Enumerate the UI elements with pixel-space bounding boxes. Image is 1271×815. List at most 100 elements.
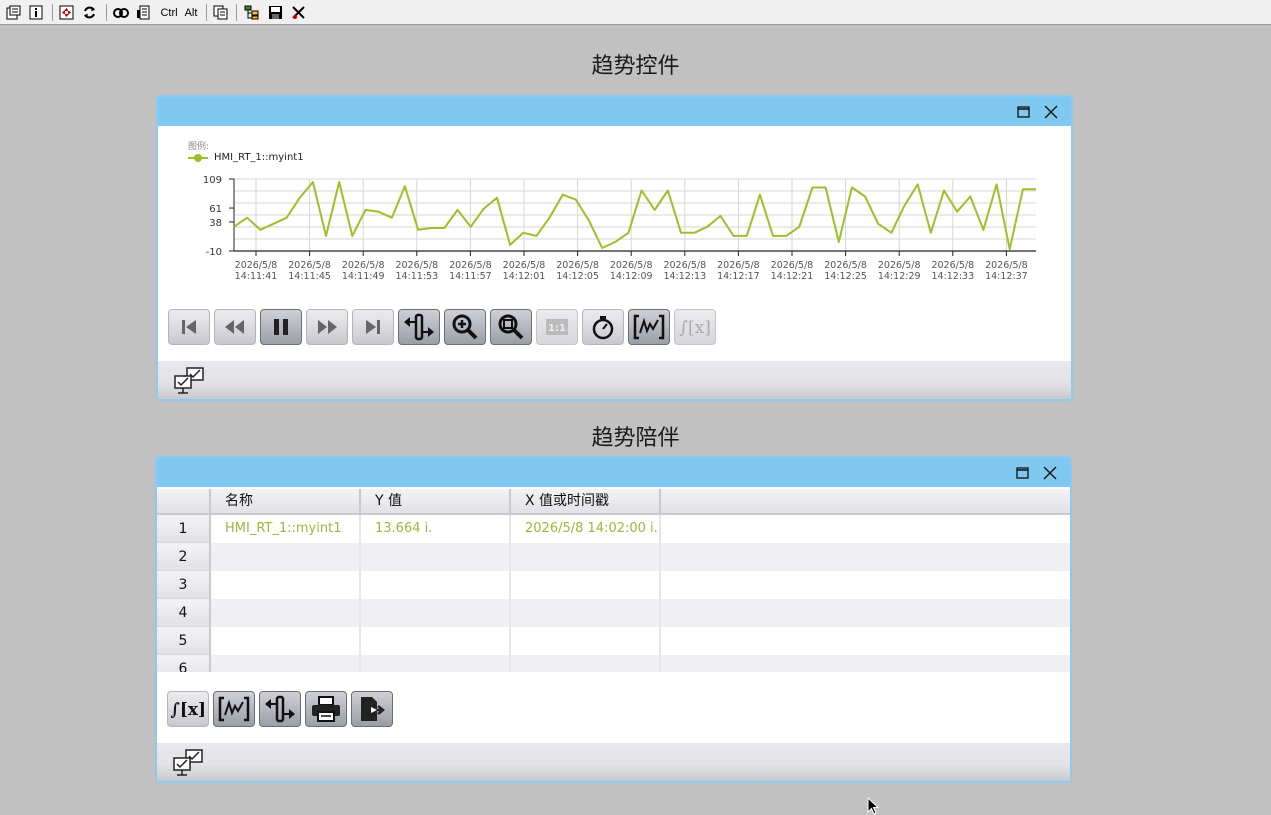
fast-forward-icon [318, 320, 337, 334]
statistics-button[interactable]: ∫[x] [674, 309, 716, 345]
companion-window-titlebar [157, 458, 1070, 487]
x-tick-label: 2026/5/8 [610, 260, 653, 271]
cell-name [211, 599, 361, 627]
trend-statusbar [158, 361, 1071, 399]
maximize-icon[interactable] [1016, 104, 1032, 120]
zoom-box-button[interactable] [490, 309, 532, 345]
select-curve-button[interactable] [628, 309, 670, 345]
x-tick-label: 14:12:37 [985, 271, 1028, 282]
cell-y-value [361, 543, 511, 571]
cell-x-value: 2026/5/8 14:02:00 i. [511, 515, 661, 543]
svg-text:∫[x]: ∫[x] [679, 318, 711, 338]
x-tick-label: 2026/5/8 [717, 260, 760, 271]
cell-name [211, 543, 361, 571]
export-button[interactable] [351, 691, 393, 727]
print-button[interactable] [305, 691, 347, 727]
row-number: 6 [157, 655, 211, 672]
svg-text:1:1: 1:1 [548, 323, 566, 334]
row-number-header [157, 489, 211, 515]
top-toolbar: Ctrl Alt [0, 0, 1271, 25]
table-row[interactable]: 1 HMI_RT_1::myint1 13.664 i. 2026/5/8 14:02… [157, 515, 1070, 543]
info-icon[interactable] [28, 4, 45, 21]
save-icon[interactable] [267, 4, 284, 21]
table-row[interactable]: 2 [157, 543, 1070, 571]
cell-y-value [361, 627, 511, 655]
companion-table: 名称 Y 值 X 值或时间戳 1 HMI_RT_1::myint1 13.664 i… [157, 489, 1070, 672]
table-row[interactable]: 3 [157, 571, 1070, 599]
column-header-y[interactable]: Y 值 [361, 489, 511, 515]
fit-screen-icon[interactable] [58, 4, 75, 21]
ruler-button[interactable] [398, 309, 440, 345]
cell-x-value [511, 571, 661, 599]
alt-key-button[interactable]: Alt [183, 4, 199, 21]
forward-button[interactable] [306, 309, 348, 345]
table-row[interactable]: 5 [157, 627, 1070, 655]
integral-icon: ∫[x] [171, 700, 205, 720]
cell-x-value [511, 655, 661, 672]
x-tick-label: 2026/5/8 [288, 260, 331, 271]
ctrl-key-button[interactable]: Ctrl [159, 4, 179, 21]
close-icon[interactable] [1043, 104, 1059, 120]
cell-y-value [361, 599, 511, 627]
pause-button[interactable] [260, 309, 302, 345]
ruler-icon [404, 313, 434, 341]
y-tick-label: 61 [209, 204, 222, 215]
exit-icon[interactable] [290, 4, 307, 21]
original-size-button[interactable]: 1:1 [536, 309, 578, 345]
mouse-cursor-icon [867, 797, 879, 815]
tree-view-icon[interactable] [243, 4, 261, 21]
stopwatch-button[interactable] [582, 309, 624, 345]
select-curve-button[interactable] [213, 691, 255, 727]
cell-x-value [511, 599, 661, 627]
cell-name [211, 571, 361, 599]
copy-icon[interactable] [212, 4, 230, 21]
cell-name: HMI_RT_1::myint1 [211, 515, 361, 543]
close-icon[interactable] [1042, 465, 1058, 481]
x-tick-label: 2026/5/8 [931, 260, 974, 271]
row-number: 1 [157, 515, 211, 543]
x-tick-label: 2026/5/8 [771, 260, 814, 271]
y-tick-label: -10 [206, 247, 222, 258]
table-row[interactable]: 4 [157, 599, 1070, 627]
zoom-area-button[interactable] [444, 309, 486, 345]
last-button[interactable] [352, 309, 394, 345]
x-tick-label: 14:12:33 [931, 271, 974, 282]
x-tick-label: 14:12:21 [771, 271, 814, 282]
zoom-box-icon [498, 314, 524, 340]
x-tick-label: 2026/5/8 [824, 260, 867, 271]
x-tick-label: 2026/5/8 [556, 260, 599, 271]
column-header-x[interactable]: X 值或时间戳 [511, 489, 661, 515]
statistics-button[interactable]: ∫[x] [167, 691, 209, 727]
properties-icon[interactable] [5, 4, 22, 21]
maximize-icon[interactable] [1015, 465, 1031, 481]
ruler-icon [265, 695, 295, 723]
x-tick-label: 14:11:49 [342, 271, 385, 282]
rewind-button[interactable] [214, 309, 256, 345]
trend-window: 图例: HMI_RT_1::myint1 2026/5/8 14:11:41 202… [156, 95, 1073, 401]
x-tick-label: 14:11:57 [449, 271, 492, 282]
first-button[interactable] [168, 309, 210, 345]
ruler-button[interactable] [259, 691, 301, 727]
x-tick-label: 2026/5/8 [342, 260, 385, 271]
legend-entry[interactable]: HMI_RT_1::myint1 [188, 152, 304, 163]
table-row[interactable]: 6 [157, 655, 1070, 672]
x-tick-label: 14:12:01 [503, 271, 546, 282]
server-icon[interactable] [135, 4, 153, 21]
x-tick-label: 14:12:05 [556, 271, 599, 282]
zoom-in-icon [452, 314, 478, 340]
x-tick-label: 2026/5/8 [235, 260, 278, 271]
column-header-name[interactable]: 名称 [211, 489, 361, 515]
connections-icon[interactable] [112, 4, 130, 21]
cell-x-value [511, 627, 661, 655]
refresh-icon[interactable] [81, 4, 98, 21]
skip-end-icon [366, 320, 380, 334]
rewind-icon [225, 320, 244, 334]
x-tick-label: 14:11:45 [288, 271, 331, 282]
cell-name [211, 655, 361, 672]
companion-statusbar [157, 743, 1070, 781]
curve-select-icon [633, 314, 665, 340]
y-tick-label: 109 [203, 175, 222, 186]
trend-chart[interactable]: 2026/5/814:11:412026/5/814:11:452026/5/8… [158, 167, 1071, 327]
x-tick-label: 14:12:25 [824, 271, 867, 282]
trend-window-titlebar [158, 97, 1071, 126]
